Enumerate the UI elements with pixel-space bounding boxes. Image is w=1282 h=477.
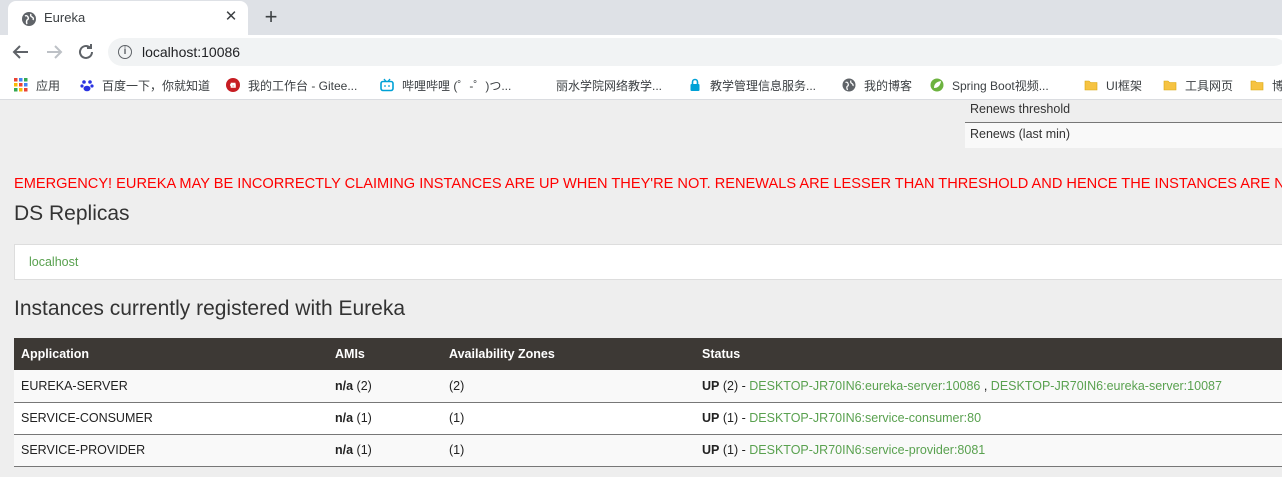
zones-cell: (1) — [442, 402, 695, 435]
column-header-zones: Availability Zones — [442, 338, 695, 370]
bookmark-label: UI框架 — [1106, 78, 1143, 93]
emergency-warning: EMERGENCY! EUREKA MAY BE INCORRECTLY CLA… — [14, 176, 1282, 192]
lock-icon — [688, 78, 702, 92]
bookmark-item[interactable]: UI框架 — [1084, 76, 1142, 94]
table-row: EUREKA-SERVER n/a (2) (2) UP (2) - DESKTOP-… — [14, 370, 1282, 403]
renews-table: Renews threshold Renews (last min) — [965, 101, 1282, 148]
bookmark-item[interactable]: 丽水学院网络教学... — [534, 76, 662, 94]
bookmark-item[interactable]: Spring Boot视频... — [930, 76, 1049, 94]
new-tab-button[interactable]: + — [259, 5, 283, 29]
baidu-paw-icon — [80, 78, 94, 92]
ami-count: (1) — [356, 411, 372, 425]
bookmark-label: Spring Boot视频... — [952, 78, 1049, 93]
application-name: SERVICE-PROVIDER — [14, 434, 328, 467]
blank-page-icon — [534, 78, 548, 92]
renews-threshold-label: Renews threshold — [970, 102, 1071, 116]
amis-cell: n/a (1) — [328, 402, 442, 435]
column-header-application: Application — [14, 338, 328, 370]
bookmark-item[interactable]: 教学管理信息服务... — [688, 76, 816, 94]
bookmark-item[interactable]: 应用 — [14, 76, 60, 94]
amis-cell: n/a (1) — [328, 434, 442, 467]
forward-arrow-icon[interactable] — [42, 40, 66, 64]
address-bar[interactable]: i localhost:10086 — [108, 38, 1282, 66]
status-label: UP — [702, 411, 720, 425]
status-label: UP — [702, 378, 720, 393]
table-row: SERVICE-CONSUMER n/a (1) (1) UP (1) - DESKT… — [14, 402, 1282, 435]
ds-replicas-list: localhost — [14, 244, 1282, 280]
status-cell: UP (2) - DESKTOP-JR70IN6:eureka-server:1… — [695, 370, 1282, 403]
table-row: SERVICE-PROVIDER n/a (1) (1) UP (1) - DESKT… — [14, 434, 1282, 467]
instance-link[interactable]: DESKTOP-JR70IN6:eureka-server:10086 — [749, 379, 980, 393]
browser-tab[interactable]: Eureka ✕ — [8, 1, 248, 35]
gitee-icon — [226, 78, 240, 92]
apps-grid-icon — [14, 78, 28, 92]
eureka-page: Renews threshold Renews (last min) EMERG… — [0, 101, 1282, 477]
close-tab-icon[interactable]: ✕ — [222, 8, 240, 26]
status-count: (2) — [722, 378, 739, 393]
bookmark-item[interactable]: 哔哩哔哩 (゜-゜)つ... — [380, 76, 511, 94]
bilibili-icon — [380, 78, 394, 92]
replica-link[interactable]: localhost — [29, 255, 78, 269]
bookmark-label: 应用 — [36, 78, 61, 93]
bookmark-label: 我的博客 — [864, 78, 913, 93]
application-name: SERVICE-CONSUMER — [14, 402, 328, 435]
site-info-icon[interactable]: i — [118, 45, 132, 59]
globe-icon — [21, 11, 37, 27]
zones-cell: (1) — [442, 434, 695, 467]
renews-last-min-label: Renews (last min) — [965, 122, 1282, 148]
amis-cell: n/a (2) — [328, 370, 442, 403]
tab-title: Eureka — [44, 10, 86, 25]
bookmark-label: 博 — [1272, 78, 1282, 93]
folder-icon — [1163, 78, 1177, 92]
ami-count: (1) — [356, 443, 372, 457]
bookmark-item[interactable]: 我的工作台 - Gitee... — [226, 76, 357, 94]
application-name: EUREKA-SERVER — [14, 370, 328, 403]
table-header-row: Application AMIs Availability Zones Stat… — [14, 338, 1282, 370]
ami-label: n/a — [335, 411, 354, 425]
bookmark-label: 哔哩哔哩 (゜-゜)つ... — [402, 78, 512, 93]
status-cell: UP (1) - DESKTOP-JR70IN6:service-consume… — [695, 402, 1282, 435]
zones-cell: (2) — [442, 370, 695, 403]
bookmark-label: 工具网页 — [1185, 78, 1234, 93]
bookmark-item[interactable]: 工具网页 — [1163, 76, 1233, 94]
ami-label: n/a — [335, 443, 354, 457]
status-label: UP — [702, 443, 720, 457]
bookmark-label: 教学管理信息服务... — [710, 78, 817, 93]
folder-icon — [1084, 78, 1098, 92]
column-header-status: Status — [695, 338, 1282, 370]
bookmarks-bar: 应用 百度一下，你就知道 我的工作台 - Gitee... 哔哩哔哩 (゜-゜)つ..… — [0, 69, 1282, 100]
column-header-amis: AMIs — [328, 338, 442, 370]
url-text: localhost:10086 — [142, 44, 241, 60]
status-count: (1) — [722, 411, 739, 425]
instances-table: Application AMIs Availability Zones Stat… — [14, 338, 1282, 467]
instance-link[interactable]: DESKTOP-JR70IN6:eureka-server:10087 — [991, 379, 1222, 393]
folder-icon — [1250, 78, 1264, 92]
status-cell: UP (1) - DESKTOP-JR70IN6:service-provide… — [695, 434, 1282, 467]
spring-leaf-icon — [930, 78, 944, 92]
tab-strip: Eureka ✕ + — [0, 0, 1282, 35]
back-arrow-icon[interactable] — [9, 40, 33, 64]
bookmark-item[interactable]: 我的博客 — [842, 76, 912, 94]
bookmark-label: 百度一下，你就知道 — [102, 78, 211, 93]
bookmark-label: 丽水学院网络教学... — [556, 78, 663, 93]
ami-count: (2) — [356, 378, 372, 393]
globe-icon — [842, 78, 856, 92]
bookmark-item[interactable]: 博 — [1250, 76, 1282, 94]
instances-heading: Instances currently registered with Eure… — [14, 297, 406, 320]
browser-toolbar: i localhost:10086 — [0, 35, 1282, 69]
instance-link[interactable]: DESKTOP-JR70IN6:service-provider:8081 — [749, 443, 985, 457]
status-count: (1) — [722, 443, 739, 457]
ds-replicas-heading: DS Replicas — [14, 202, 130, 225]
instance-link[interactable]: DESKTOP-JR70IN6:service-consumer:80 — [749, 411, 981, 425]
ami-label: n/a — [335, 378, 354, 393]
bookmark-label: 我的工作台 - Gitee... — [248, 78, 358, 93]
bookmark-item[interactable]: 百度一下，你就知道 — [80, 76, 210, 94]
reload-icon[interactable] — [74, 40, 98, 64]
